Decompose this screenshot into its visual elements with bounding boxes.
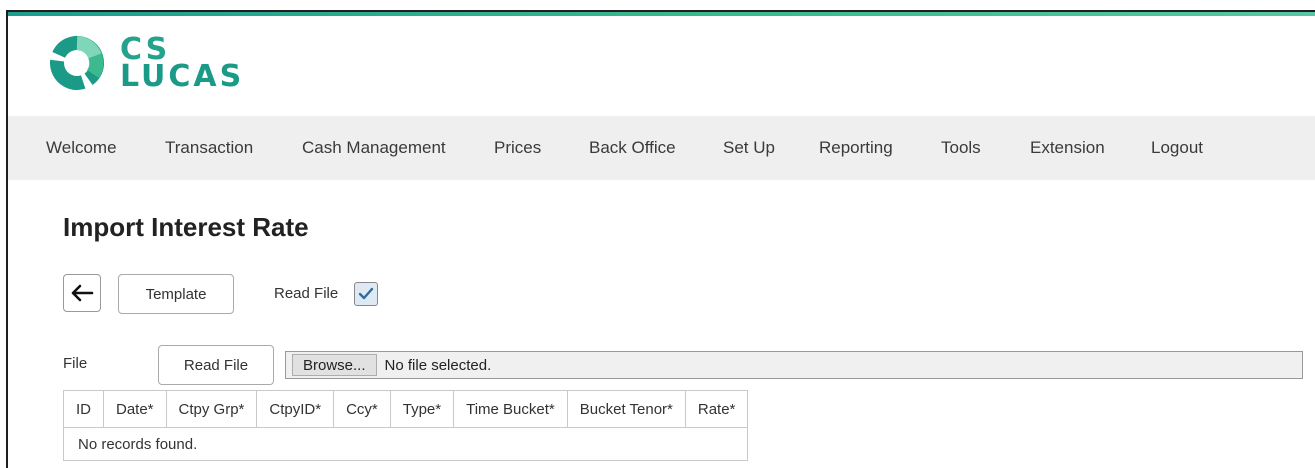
logo-text-line2: LUCAS xyxy=(120,59,245,94)
arrow-left-icon xyxy=(71,284,94,302)
column-header-id[interactable]: ID xyxy=(63,390,104,428)
empty-message: No records found. xyxy=(62,427,749,461)
file-status-text: No file selected. xyxy=(384,356,492,374)
nav-item-transaction[interactable]: Transaction xyxy=(165,138,253,158)
app-window: CS LUCAS Welcome Transaction Cash Manage… xyxy=(6,10,1315,468)
file-input[interactable]: Browse... No file selected. xyxy=(285,351,1303,379)
read-file-button[interactable]: Read File xyxy=(158,345,274,385)
column-header-ctpy-id[interactable]: CtpyID* xyxy=(256,390,335,428)
nav-item-back-office[interactable]: Back Office xyxy=(589,138,676,158)
nav-item-set-up[interactable]: Set Up xyxy=(723,138,775,158)
nav-item-prices[interactable]: Prices xyxy=(494,138,541,158)
nav-item-cash-management[interactable]: Cash Management xyxy=(302,138,446,158)
table-header-row: ID Date* Ctpy Grp* CtpyID* Ccy* Type* Ti… xyxy=(63,390,749,428)
column-header-ccy[interactable]: Ccy* xyxy=(333,390,391,428)
column-header-rate[interactable]: Rate* xyxy=(684,390,749,428)
page-title: Import Interest Rate xyxy=(63,212,309,242)
checkmark-icon xyxy=(358,287,374,300)
read-file-checkbox[interactable] xyxy=(354,282,378,306)
main-nav: Welcome Transaction Cash Management Pric… xyxy=(8,116,1315,180)
nav-item-reporting[interactable]: Reporting xyxy=(819,138,893,158)
read-file-label: Read File xyxy=(274,285,339,302)
column-header-date[interactable]: Date* xyxy=(103,390,167,428)
nav-item-welcome[interactable]: Welcome xyxy=(46,138,117,158)
template-button[interactable]: Template xyxy=(118,274,234,314)
logo-text: CS LUCAS xyxy=(120,35,245,94)
logo-ring-icon xyxy=(50,36,104,90)
browse-button[interactable]: Browse... xyxy=(292,354,377,376)
column-header-bucket-tenor[interactable]: Bucket Tenor* xyxy=(566,390,686,428)
logo[interactable]: CS LUCAS xyxy=(48,34,244,92)
back-button[interactable] xyxy=(63,274,101,312)
column-header-time-bucket[interactable]: Time Bucket* xyxy=(453,390,568,428)
nav-item-logout[interactable]: Logout xyxy=(1151,138,1203,158)
column-header-ctpy-grp[interactable]: Ctpy Grp* xyxy=(165,390,258,428)
table-row: No records found. xyxy=(62,427,749,461)
nav-item-extension[interactable]: Extension xyxy=(1030,138,1105,158)
nav-item-tools[interactable]: Tools xyxy=(941,138,981,158)
file-label: File xyxy=(63,355,88,372)
top-accent-bar xyxy=(8,12,1315,16)
column-header-type[interactable]: Type* xyxy=(389,390,455,428)
interest-rate-table: ID Date* Ctpy Grp* CtpyID* Ccy* Type* Ti… xyxy=(62,390,749,461)
